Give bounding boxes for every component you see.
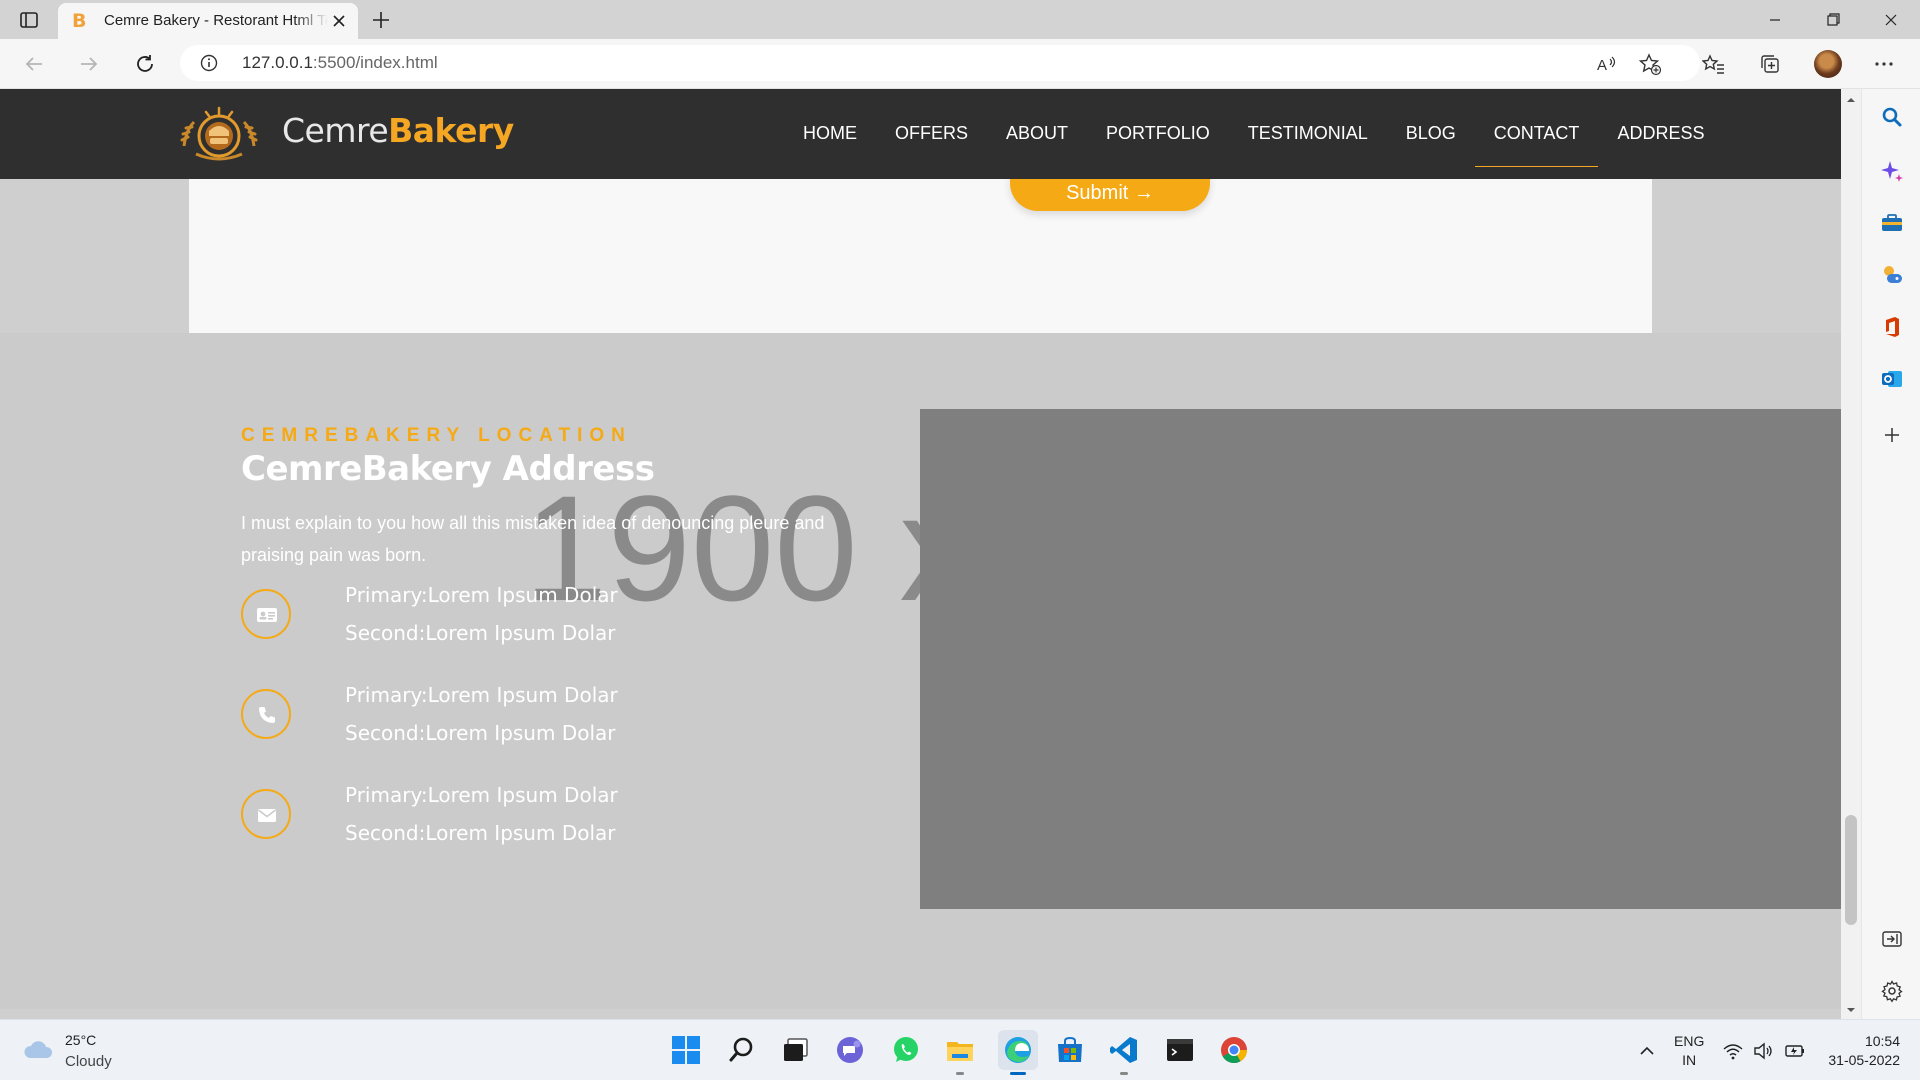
nav-home[interactable]: HOME bbox=[784, 89, 876, 179]
contact-secondary: Second:Lorem Ipsum Dolar bbox=[345, 821, 616, 845]
discover-sparkle-icon[interactable] bbox=[1880, 159, 1904, 183]
weather-temperature[interactable]: 25°C bbox=[65, 1032, 96, 1048]
logo-text-cemre: Cemre bbox=[282, 111, 389, 150]
hide-sidebar-icon[interactable] bbox=[1880, 927, 1904, 951]
close-tab-icon[interactable] bbox=[330, 12, 348, 30]
nav-portfolio[interactable]: PORTFOLIO bbox=[1087, 89, 1229, 179]
logo-text-bakery: Bakery bbox=[388, 111, 514, 150]
nav-blog[interactable]: BLOG bbox=[1387, 89, 1475, 179]
wifi-icon[interactable] bbox=[1722, 1040, 1744, 1062]
tab-actions-icon[interactable] bbox=[18, 9, 40, 31]
vscode-icon[interactable] bbox=[1108, 1034, 1140, 1066]
browser-toolbar: 127.0.0.1:5500/index.html A bbox=[0, 39, 1920, 89]
volume-icon[interactable] bbox=[1752, 1040, 1774, 1062]
clock-date: 31-05-2022 bbox=[1828, 1052, 1900, 1068]
cloud-icon[interactable] bbox=[22, 1038, 54, 1062]
windows-taskbar: 25°C Cloudy ENG IN 10:54 31-05-2022 bbox=[0, 1019, 1920, 1080]
add-favorite-icon[interactable] bbox=[1638, 52, 1662, 76]
games-icon[interactable] bbox=[1880, 263, 1904, 287]
section-description: I must explain to you how all this mista… bbox=[241, 513, 825, 565]
browser-tab-strip: B Cemre Bakery - Restorant Html Template bbox=[0, 0, 1920, 39]
url-text: 127.0.0.1:5500/index.html bbox=[242, 53, 438, 73]
url-path: :5500/index.html bbox=[312, 53, 438, 72]
weather-condition[interactable]: Cloudy bbox=[65, 1053, 112, 1070]
forward-icon[interactable] bbox=[77, 52, 101, 76]
explorer-running-indicator bbox=[956, 1072, 964, 1075]
language-code: ENG bbox=[1674, 1033, 1705, 1049]
start-windows-icon[interactable] bbox=[670, 1034, 702, 1066]
svg-text:A: A bbox=[1597, 57, 1607, 74]
site-info-icon[interactable] bbox=[200, 54, 218, 72]
contact-primary: Primary:Lorem Ipsum Dolar bbox=[345, 583, 618, 607]
address-bar[interactable]: 127.0.0.1:5500/index.html bbox=[180, 45, 1700, 81]
contact-item-phone: Primary:Lorem Ipsum Dolar Second:Lorem I… bbox=[241, 683, 841, 767]
contact-item-id: Primary:Lorem Ipsum Dolar Second:Lorem I… bbox=[241, 583, 841, 667]
add-sidebar-app-icon[interactable] bbox=[1880, 423, 1904, 447]
favorites-icon[interactable] bbox=[1701, 52, 1726, 76]
nav-offers[interactable]: OFFERS bbox=[876, 89, 987, 179]
input-language[interactable]: ENG IN bbox=[1674, 1032, 1704, 1070]
file-explorer-icon[interactable] bbox=[944, 1034, 976, 1066]
url-host: 127.0.0.1 bbox=[242, 53, 313, 72]
search-icon[interactable] bbox=[1880, 105, 1904, 129]
outlook-icon[interactable] bbox=[1880, 367, 1904, 391]
back-icon[interactable] bbox=[22, 52, 46, 76]
contact-item-email: Primary:Lorem Ipsum Dolar Second:Lorem I… bbox=[241, 783, 841, 867]
nav-about[interactable]: ABOUT bbox=[987, 89, 1087, 179]
whatsapp-icon[interactable] bbox=[890, 1034, 922, 1066]
new-tab-icon[interactable] bbox=[370, 9, 392, 31]
site-header: CemreBakery HOME OFFERS ABOUT PORTFOLIO … bbox=[0, 89, 1841, 179]
phone-icon bbox=[241, 689, 291, 739]
reload-icon[interactable] bbox=[133, 52, 157, 76]
teams-chat-icon[interactable] bbox=[834, 1034, 866, 1066]
contact-secondary: Second:Lorem Ipsum Dolar bbox=[345, 721, 616, 745]
more-options-icon[interactable] bbox=[1872, 52, 1896, 76]
main-navigation: HOME OFFERS ABOUT PORTFOLIO TESTIMONIAL … bbox=[784, 89, 1723, 179]
vscode-running-indicator bbox=[1120, 1072, 1128, 1075]
region-code: IN bbox=[1682, 1052, 1697, 1068]
collections-icon[interactable] bbox=[1758, 52, 1782, 76]
nav-address[interactable]: ADDRESS bbox=[1598, 89, 1723, 179]
scroll-down-icon[interactable] bbox=[1841, 1003, 1861, 1017]
section-subtitle: CEMREBAKERY LOCATION bbox=[241, 425, 632, 446]
tab-title: Cemre Bakery - Restorant Html Template bbox=[104, 12, 328, 29]
clock-time: 10:54 bbox=[1864, 1033, 1900, 1049]
search-taskbar-icon[interactable] bbox=[726, 1034, 758, 1066]
battery-icon[interactable] bbox=[1784, 1040, 1806, 1062]
contact-primary: Primary:Lorem Ipsum Dolar bbox=[345, 683, 618, 707]
microsoft-store-icon[interactable] bbox=[1054, 1034, 1086, 1066]
contact-secondary: Second:Lorem Ipsum Dolar bbox=[345, 621, 616, 645]
tools-briefcase-icon[interactable] bbox=[1880, 211, 1904, 235]
minimize-button[interactable] bbox=[1752, 6, 1798, 34]
terminal-icon[interactable] bbox=[1164, 1034, 1196, 1066]
chrome-icon[interactable] bbox=[1218, 1034, 1250, 1066]
clock[interactable]: 10:54 31-05-2022 bbox=[1820, 1032, 1900, 1070]
office-icon[interactable] bbox=[1880, 315, 1904, 339]
site-logo-text[interactable]: CemreBakery bbox=[282, 111, 514, 150]
settings-gear-icon[interactable] bbox=[1880, 979, 1904, 1003]
scroll-up-icon[interactable] bbox=[1841, 93, 1861, 107]
bakery-logo-icon[interactable] bbox=[176, 106, 262, 162]
browser-sidebar bbox=[1861, 89, 1920, 1019]
envelope-icon bbox=[241, 789, 291, 839]
task-view-icon[interactable] bbox=[780, 1034, 812, 1066]
page-scrollbar[interactable] bbox=[1841, 89, 1861, 1019]
edge-icon[interactable] bbox=[998, 1030, 1038, 1070]
contact-primary: Primary:Lorem Ipsum Dolar bbox=[345, 783, 618, 807]
edge-active-indicator bbox=[1010, 1072, 1026, 1075]
profile-avatar[interactable] bbox=[1814, 50, 1842, 78]
page-viewport: Submit → CemreBakery HOME OFFERS ABOUT P… bbox=[0, 89, 1841, 1019]
chevron-up-icon[interactable] bbox=[1636, 1040, 1658, 1062]
nav-testimonial[interactable]: TESTIMONIAL bbox=[1229, 89, 1387, 179]
id-card-icon bbox=[241, 589, 291, 639]
nav-contact[interactable]: CONTACT bbox=[1474, 89, 1599, 179]
map-placeholder-image bbox=[920, 409, 1841, 909]
scrollbar-thumb[interactable] bbox=[1845, 815, 1857, 925]
favicon-icon: B bbox=[72, 10, 87, 32]
read-aloud-icon[interactable]: A bbox=[1594, 52, 1618, 76]
address-section: CEMREBAKERY LOCATION CemreBakery Address… bbox=[0, 333, 1841, 1009]
browser-tab-active[interactable]: B Cemre Bakery - Restorant Html Template bbox=[58, 3, 358, 39]
restore-button[interactable] bbox=[1810, 6, 1856, 34]
close-window-button[interactable] bbox=[1868, 6, 1914, 34]
